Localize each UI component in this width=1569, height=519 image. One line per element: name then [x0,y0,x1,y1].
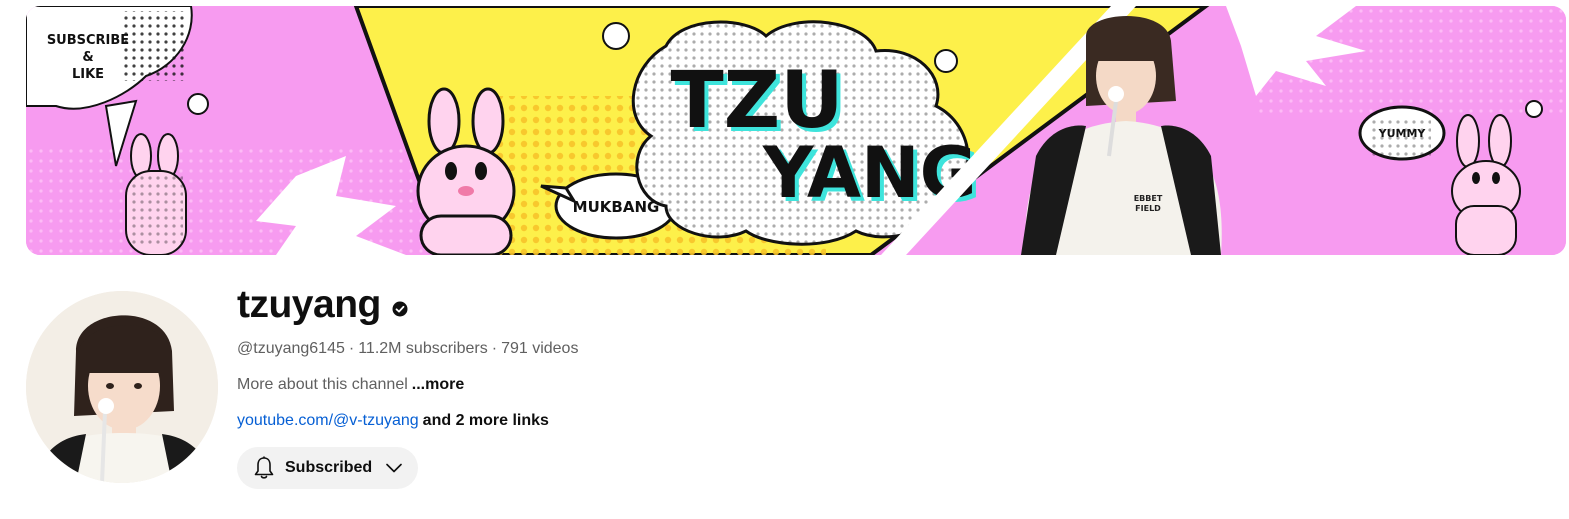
channel-banner: SUBSCRIBE & LIKE MUKBANG TZU TZU YANG YA… [26,6,1566,255]
avatar-image [26,291,218,483]
meta-separator: · [348,340,355,357]
shirt-text-1: EBBET [1134,194,1163,203]
more-button[interactable]: ...more [412,376,464,393]
bell-icon [254,456,274,479]
channel-link[interactable]: youtube.com/@v-tzuyang [237,412,419,429]
channel-title-row: tzuyang [237,282,408,328]
subscriber-count: 11.2M subscribers [358,340,488,357]
channel-meta: @tzuyang6145 · 11.2M subscribers · 791 video… [237,339,578,359]
banner-art: SUBSCRIBE & LIKE MUKBANG TZU TZU YANG YA… [26,6,1566,255]
shirt-text-2: FIELD [1135,204,1161,213]
channel-name: tzuyang [237,283,381,326]
banner-mukbang-text: MUKBANG [573,198,660,216]
video-count: 791 videos [501,340,579,357]
banner-yummy-text: YUMMY [1378,127,1427,140]
banner-ampersand-text: & [82,50,93,65]
description-text: More about this channel [237,376,408,393]
banner-like-text: LIKE [72,67,104,82]
banner-subscribe-text: SUBSCRIBE [47,33,129,48]
subscribed-label: Subscribed [285,459,373,476]
meta-separator: · [491,340,498,357]
channel-links: youtube.com/@v-tzuyang and 2 more links [237,411,549,431]
verified-check-icon [392,301,408,317]
channel-handle: @tzuyang6145 [237,340,345,357]
channel-avatar[interactable] [26,291,218,483]
subscribed-button[interactable]: Subscribed [237,447,418,489]
more-links-button[interactable]: and 2 more links [423,412,549,429]
chevron-down-icon [386,463,402,473]
channel-description[interactable]: More about this channel ...more [237,375,464,395]
